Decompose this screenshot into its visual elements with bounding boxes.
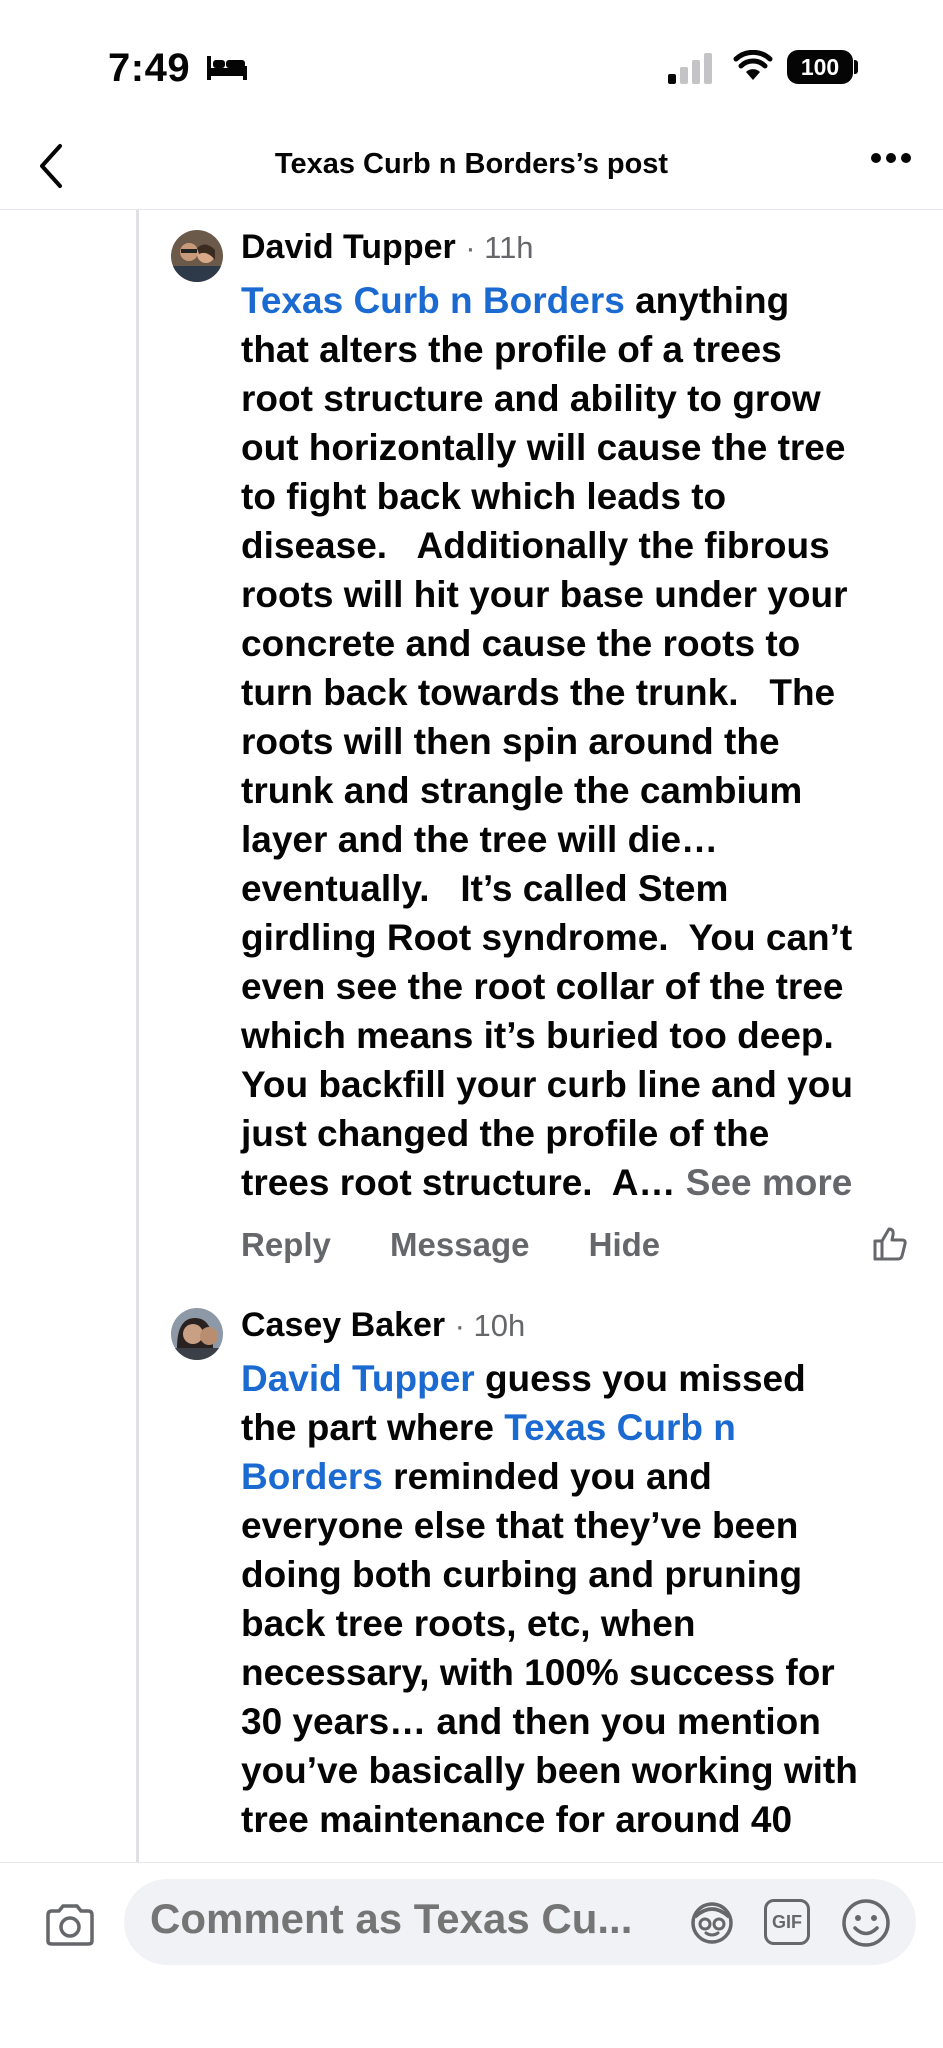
nav-bar: Texas Curb n Borders’s post <box>0 140 943 210</box>
comment-line: David Tupper guess you missed <box>241 1358 806 1399</box>
comment-line: Borders reminded you and <box>241 1456 712 1497</box>
avatar[interactable] <box>171 1308 223 1360</box>
comment-line: turn back towards the trunk. The <box>241 672 836 713</box>
comment-line: girdling Root syndrome. You can’t <box>241 917 853 958</box>
comment-line: trees root structure. A… See more <box>241 1162 853 1203</box>
comment-line: concrete and cause the roots to <box>241 623 801 664</box>
comment-line: Texas Curb n Borders anything <box>241 280 790 321</box>
commenter-name[interactable]: Casey Baker <box>241 1306 445 1344</box>
avatar-sticker-icon[interactable] <box>687 1899 737 1947</box>
comment-line: 30 years… and then you mention <box>241 1701 821 1742</box>
see-more-link[interactable]: See more <box>686 1162 853 1203</box>
gif-icon[interactable]: GIF <box>764 1899 810 1945</box>
comment-header: David Tupper · 11h <box>241 228 534 267</box>
comment-body: David Tupper guess you missed the part w… <box>241 1354 921 1844</box>
thread-line <box>136 210 139 1862</box>
comment-line: roots will hit your base under your <box>241 574 848 615</box>
message-button[interactable]: Message <box>390 1226 529 1263</box>
comment-line: which means it’s buried too deep. <box>241 1015 834 1056</box>
comment-line: even see the root collar of the tree <box>241 966 844 1007</box>
comment-composer: GIF <box>0 1862 943 2048</box>
battery-level: 100 <box>800 53 840 80</box>
comment-line: out horizontally will cause the tree <box>241 427 846 468</box>
bed-icon <box>207 56 247 80</box>
comment-line: disease. Additionally the fibrous <box>241 525 830 566</box>
comment-line: that alters the profile of a trees <box>241 329 782 370</box>
status-time: 7:49 <box>108 46 191 90</box>
comment-input[interactable] <box>150 1895 670 1943</box>
emoji-icon[interactable] <box>840 1897 892 1949</box>
comment-time: · 11h <box>465 230 534 265</box>
comment-body: Texas Curb n Borders anything that alter… <box>241 276 921 1207</box>
comment-line: layer and the tree will die… <box>241 819 719 860</box>
comment-line: tree maintenance for around 40 <box>241 1799 793 1840</box>
comment-line: you’ve basically been working with <box>241 1750 858 1791</box>
signal-icon <box>668 53 712 84</box>
comment-box[interactable]: GIF <box>124 1879 916 1965</box>
comment-line: to fight back which leads to <box>241 476 727 517</box>
comment-time: · 10h <box>454 1308 526 1343</box>
gif-label: GIF <box>772 1911 802 1932</box>
comment-line: just changed the profile of the <box>241 1113 770 1154</box>
comment-actions: Reply Message Hide <box>241 1226 710 1264</box>
mention-link[interactable]: Texas Curb n <box>504 1407 736 1448</box>
comment-line: You backfill your curb line and you <box>241 1064 853 1105</box>
mention-link[interactable]: Borders <box>241 1456 383 1497</box>
comment-line: doing both curbing and pruning <box>241 1554 803 1595</box>
page-title: Texas Curb n Borders’s post <box>274 148 669 180</box>
like-icon[interactable] <box>872 1226 908 1262</box>
status-bar: 7:49 100 <box>0 0 943 140</box>
wifi-icon <box>733 50 773 80</box>
comment-line: trunk and strangle the cambium <box>241 770 803 811</box>
hide-button[interactable]: Hide <box>589 1226 661 1263</box>
more-icon[interactable] <box>870 152 912 164</box>
commenter-name[interactable]: David Tupper <box>241 228 456 266</box>
comment-line: necessary, with 100% success for <box>241 1652 835 1693</box>
comment-line: eventually. It’s called Stem <box>241 868 729 909</box>
comment-header: Casey Baker · 10h <box>241 1306 525 1345</box>
comment-line: roots will then spin around the <box>241 721 780 762</box>
battery-icon: 100 <box>787 50 853 84</box>
camera-icon[interactable] <box>44 1903 96 1947</box>
mention-link[interactable]: David Tupper <box>241 1358 475 1399</box>
comment-line: back tree roots, etc, when <box>241 1603 696 1644</box>
mention-link[interactable]: Texas Curb n Borders <box>241 280 625 321</box>
comment-line: root structure and ability to grow <box>241 378 821 419</box>
avatar[interactable] <box>171 230 223 282</box>
reply-button[interactable]: Reply <box>241 1226 331 1263</box>
comment-line: everyone else that they’ve been <box>241 1505 799 1546</box>
battery-tip <box>854 60 858 74</box>
comment-line: the part where Texas Curb n <box>241 1407 736 1448</box>
